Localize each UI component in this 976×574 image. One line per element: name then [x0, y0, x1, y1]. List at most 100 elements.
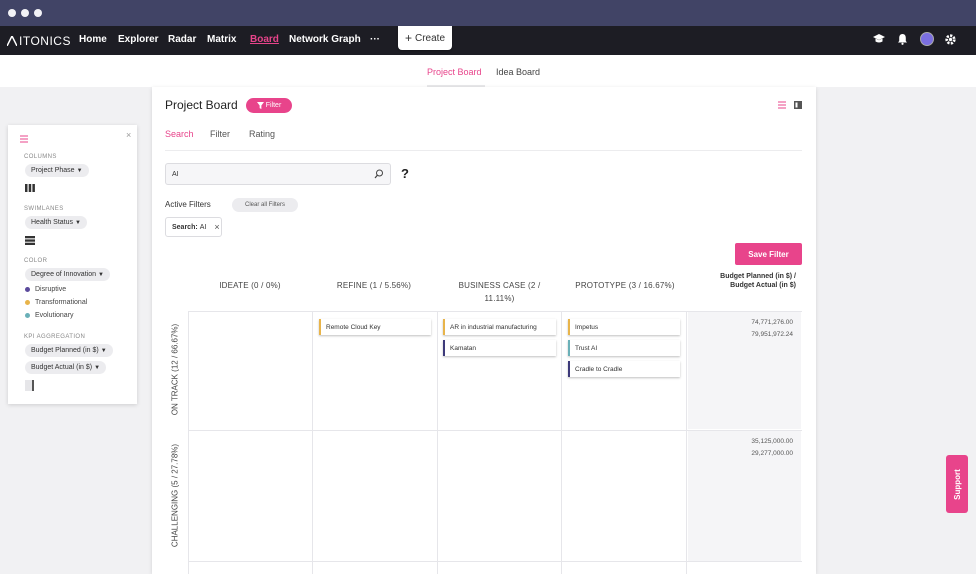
chevron-down-icon: ▼ — [94, 364, 101, 371]
legend-label: Evolutionary — [35, 312, 74, 319]
color-select[interactable]: Degree of Innovation ▼ — [25, 268, 110, 281]
grid-line — [686, 311, 687, 574]
columns-label: COLUMNS — [24, 154, 57, 160]
legend-dot — [25, 287, 30, 292]
swimlanes-icon — [25, 236, 35, 245]
swimlanes-select[interactable]: Health Status ▼ — [25, 216, 87, 229]
tabs-divider — [165, 150, 802, 151]
kpi-label: KPI AGGREGATION — [24, 334, 86, 340]
columns-value: Project Phase — [31, 167, 75, 174]
tab-search[interactable]: Search — [165, 129, 194, 139]
filter-badge-label: Filter — [265, 102, 282, 109]
filter-badge[interactable]: Filter — [246, 98, 292, 113]
color-value: Degree of Innovation — [31, 271, 96, 278]
plus-icon: + — [404, 31, 412, 45]
list-settings-icon[interactable] — [20, 135, 28, 143]
graduation-cap-icon[interactable] — [873, 33, 885, 45]
clear-all-filters-button[interactable]: Clear all Filters — [232, 198, 298, 212]
nav-explorer[interactable]: Explorer — [118, 34, 159, 45]
columns-select[interactable]: Project Phase ▼ — [25, 164, 89, 177]
chevron-down-icon: ▼ — [76, 167, 83, 174]
project-card[interactable]: Kamatan — [443, 340, 556, 356]
create-label: Create — [415, 32, 446, 44]
close-icon[interactable]: × — [214, 222, 219, 232]
color-label: COLOR — [24, 258, 48, 264]
columns-icon — [25, 184, 35, 192]
user-avatar[interactable] — [920, 32, 934, 46]
logo-text: ITONICS — [19, 34, 71, 48]
budget-cell-challenging: 35,125,000.00 29,277,000.00 — [688, 431, 801, 561]
itonics-logo[interactable]: ITONICS — [7, 34, 71, 48]
bell-icon[interactable] — [897, 33, 908, 45]
create-button[interactable]: + Create — [398, 26, 452, 50]
window-maximize-dot[interactable] — [34, 9, 42, 17]
project-card[interactable]: AR in industrial manufacturing — [443, 319, 556, 335]
grid-line — [437, 311, 438, 574]
chevron-down-icon: ▼ — [100, 347, 107, 354]
nav-network-graph[interactable]: Network Graph — [289, 34, 361, 45]
project-card[interactable]: Impetus — [568, 319, 680, 335]
top-navigation: ITONICS Home Explorer Radar Matrix Board… — [0, 26, 976, 75]
close-icon[interactable]: × — [126, 130, 131, 140]
budget-planned-value: 35,125,000.00 — [751, 438, 793, 445]
logo-icon — [7, 36, 17, 46]
chevron-down-icon: ▼ — [75, 219, 81, 226]
grid-line — [561, 311, 562, 574]
project-card[interactable]: Remote Cloud Key — [319, 319, 431, 335]
tab-filter[interactable]: Filter — [210, 129, 230, 139]
help-icon[interactable]: ? — [401, 166, 409, 181]
legend-label: Disruptive — [35, 286, 67, 293]
budget-column-header: Budget Planned (in $) / Budget Actual (i… — [720, 273, 796, 289]
legend-dot — [25, 300, 30, 305]
tab-rating[interactable]: Rating — [249, 129, 275, 139]
project-card[interactable]: Trust AI — [568, 340, 680, 356]
save-filter-button[interactable]: Save Filter — [735, 243, 802, 265]
board-view-icon[interactable] — [794, 101, 802, 109]
project-card[interactable]: Cradle to Cradle — [568, 361, 680, 377]
project-board: Project Board Filter Search Filter Ratin… — [152, 87, 816, 574]
board-subnav: Project Board Idea Board — [0, 55, 976, 87]
budget-actual-value: 29,277,000.00 — [751, 450, 793, 457]
grid-line — [188, 561, 802, 562]
board-config-panel: × COLUMNS Project Phase ▼ SWIMLANES Healt… — [8, 125, 137, 404]
budget-actual-value: 79,951,972.24 — [751, 331, 793, 338]
column-header-prototype: PROTOTYPE (3 / 16.67%) — [575, 281, 675, 290]
subtab-idea-board[interactable]: Idea Board — [496, 67, 540, 77]
funnel-icon — [256, 102, 264, 109]
chip-key: Search: — [172, 223, 198, 231]
legend-transformational: Transformational — [25, 299, 87, 306]
legend-evolutionary: Evolutionary — [25, 312, 74, 319]
window-titlebar — [0, 0, 976, 26]
window-minimize-dot[interactable] — [21, 9, 29, 17]
gear-icon[interactable] — [944, 33, 957, 46]
swimlanes-label: SWIMLANES — [24, 206, 64, 212]
kpi-actual-value: Budget Actual (in $) — [31, 364, 93, 371]
legend-dot — [25, 313, 30, 318]
kpi-select-planned[interactable]: Budget Planned (in $) ▼ — [25, 344, 113, 357]
board-search-input[interactable] — [172, 170, 374, 178]
chip-value: AI — [199, 223, 207, 231]
list-view-icon[interactable] — [778, 101, 786, 109]
nav-more[interactable]: ··· — [370, 34, 380, 45]
swimlane-label-challenging: CHALLENGING (5 / 27.78%) — [170, 443, 180, 548]
chevron-down-icon: ▼ — [98, 271, 104, 278]
grid-line — [312, 311, 313, 574]
active-filter-chip: Search: AI × — [165, 217, 222, 237]
board-search[interactable] — [165, 163, 391, 185]
active-filters-label: Active Filters — [165, 200, 211, 209]
nav-matrix[interactable]: Matrix — [207, 34, 236, 45]
window-close-dot[interactable] — [8, 9, 16, 17]
nav-home[interactable]: Home — [79, 34, 107, 45]
column-header-ideate: IDEATE (0 / 0%) — [219, 281, 281, 290]
search-icon[interactable] — [374, 169, 384, 179]
subtab-project-board[interactable]: Project Board — [427, 67, 482, 77]
kpi-bar-icon — [25, 380, 34, 391]
budget-planned-value: 74,771,276.00 — [751, 319, 793, 326]
nav-board[interactable]: Board — [250, 34, 279, 45]
page-title: Project Board — [165, 98, 238, 112]
kpi-select-actual[interactable]: Budget Actual (in $) ▼ — [25, 361, 107, 374]
support-label: Support — [952, 468, 962, 500]
nav-radar[interactable]: Radar — [168, 34, 196, 45]
support-button[interactable]: Support — [946, 455, 968, 513]
swimlane-label-on-track: ON TRACK (12 / 66.67%) — [170, 323, 180, 416]
